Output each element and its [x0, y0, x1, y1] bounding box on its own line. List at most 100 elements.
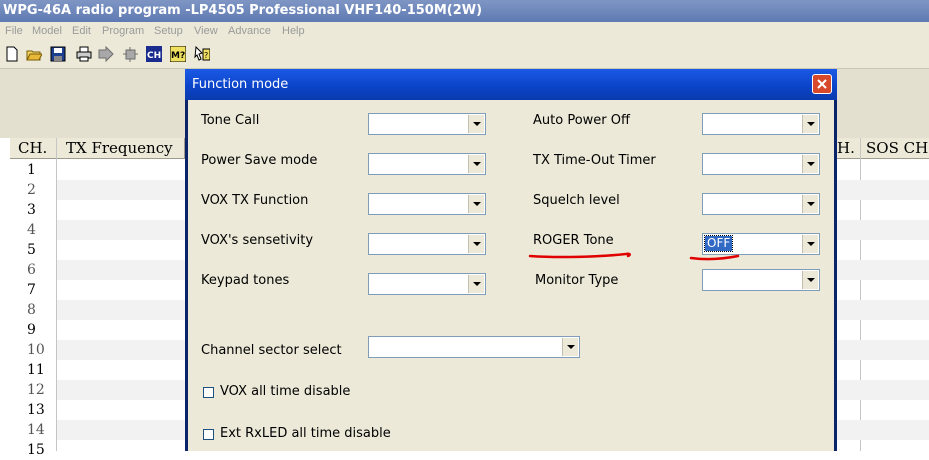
header-sos-ch[interactable]: SOS CH [861, 138, 929, 159]
chevron-down-icon[interactable] [802, 195, 818, 213]
chevron-down-icon[interactable] [468, 235, 484, 253]
chevron-down-icon[interactable] [468, 195, 484, 213]
header-partial[interactable]: H. [837, 138, 861, 159]
tone-call-select[interactable] [368, 113, 486, 135]
label-roger-tone: ROGER Tone [533, 233, 614, 248]
new-icon[interactable] [4, 46, 20, 62]
tx-frequency-cell[interactable] [57, 300, 185, 320]
sos-ch-cell[interactable] [837, 160, 929, 180]
chevron-down-icon[interactable] [468, 275, 484, 293]
squelch-level-select[interactable] [702, 193, 820, 215]
sos-ch-cell[interactable] [837, 240, 929, 260]
row-number[interactable]: 7 [10, 280, 56, 300]
chevron-down-icon[interactable] [562, 338, 578, 356]
chevron-down-icon[interactable] [468, 155, 484, 173]
tx-frequency-cell[interactable] [57, 400, 185, 420]
header-ch[interactable]: CH. [10, 138, 57, 159]
row-number[interactable]: 11 [10, 360, 56, 380]
power-save-mode-select[interactable] [368, 153, 486, 175]
sos-ch-cell[interactable] [837, 220, 929, 240]
menu-advance[interactable]: Advance [228, 25, 271, 37]
tx-frequency-cell[interactable] [57, 180, 185, 200]
label-keypad-tones: Keypad tones [201, 273, 290, 288]
label-power-save-mode: Power Save mode [201, 153, 318, 168]
help-icon[interactable]: M? [170, 46, 186, 62]
sos-ch-cell[interactable] [837, 200, 929, 220]
menu-view[interactable]: View [194, 25, 218, 37]
tx-frequency-cell[interactable] [57, 420, 185, 440]
menu-help[interactable]: Help [282, 25, 305, 37]
sos-ch-cell[interactable] [837, 180, 929, 200]
tx-frequency-cell[interactable] [57, 220, 185, 240]
tx-frequency-cell[interactable] [57, 440, 185, 460]
monitor-type-select[interactable] [702, 269, 820, 291]
tx-frequency-cell[interactable] [57, 280, 185, 300]
context-help-icon[interactable]: ? [194, 46, 210, 62]
row-number[interactable]: 14 [10, 420, 56, 440]
tx-frequency-cell[interactable] [57, 200, 185, 220]
ch-icon[interactable]: CH [146, 46, 162, 62]
channel-sector-select[interactable] [368, 336, 580, 358]
print-icon[interactable] [76, 46, 92, 62]
close-button[interactable] [812, 74, 832, 94]
label-tx-timeout-timer: TX Time-Out Timer [533, 153, 656, 168]
row-number[interactable]: 10 [10, 340, 56, 360]
tx-timeout-timer-select[interactable] [702, 153, 820, 175]
header-tx-frequency[interactable]: TX Frequency [57, 138, 185, 159]
sos-ch-cell[interactable] [837, 400, 929, 420]
sos-ch-cell[interactable] [837, 440, 929, 460]
chevron-down-icon[interactable] [802, 235, 818, 253]
menu-model[interactable]: Model [32, 25, 62, 37]
sos-ch-cell[interactable] [837, 340, 929, 360]
row-number[interactable]: 6 [10, 260, 56, 280]
tx-frequency-cell[interactable] [57, 240, 185, 260]
chevron-down-icon[interactable] [468, 115, 484, 133]
menu-edit[interactable]: Edit [72, 25, 91, 37]
row-number[interactable]: 4 [10, 220, 56, 240]
sos-ch-cell[interactable] [837, 380, 929, 400]
sos-ch-cell[interactable] [837, 300, 929, 320]
vox-sensitivity-select[interactable] [368, 233, 486, 255]
ext-rxled-all-time-disable-checkbox[interactable] [203, 429, 214, 440]
sos-ch-cell[interactable] [837, 280, 929, 300]
row-number[interactable]: 8 [10, 300, 56, 320]
sos-ch-cell[interactable] [837, 260, 929, 280]
row-number[interactable]: 13 [10, 400, 56, 420]
auto-power-off-select[interactable] [702, 113, 820, 135]
chevron-down-icon[interactable] [802, 271, 818, 289]
row-number[interactable]: 5 [10, 240, 56, 260]
row-number[interactable]: 1 [10, 160, 56, 180]
save-icon[interactable] [50, 46, 66, 62]
row-number[interactable]: 3 [10, 200, 56, 220]
vox-all-time-disable-checkbox[interactable] [203, 387, 214, 398]
svg-text:M?: M? [171, 51, 185, 61]
tx-frequency-cell[interactable] [57, 360, 185, 380]
row-number[interactable]: 15 [10, 440, 56, 460]
sos-ch-cell[interactable] [837, 320, 929, 340]
tx-frequency-cell[interactable] [57, 260, 185, 280]
menu-program[interactable]: Program [102, 25, 144, 37]
open-icon[interactable] [26, 46, 42, 62]
chevron-down-icon[interactable] [802, 115, 818, 133]
function-mode-dialog: Function mode Tone Call Power Save mode … [185, 69, 837, 451]
row-number[interactable]: 12 [10, 380, 56, 400]
row-number[interactable]: 9 [10, 320, 56, 340]
write-icon[interactable] [122, 46, 138, 62]
sos-ch-cell[interactable] [837, 360, 929, 380]
vox-tx-function-select[interactable] [368, 193, 486, 215]
chevron-down-icon[interactable] [802, 155, 818, 173]
tx-frequency-cell[interactable] [57, 320, 185, 340]
label-ext-rxled-all-time-disable: Ext RxLED all time disable [220, 426, 391, 441]
sos-ch-cell[interactable] [837, 420, 929, 440]
menu-setup[interactable]: Setup [154, 25, 183, 37]
window-title: WPG-46A radio program -LP4505 Profession… [0, 0, 929, 22]
tx-frequency-cell[interactable] [57, 160, 185, 180]
off-value-underline-annotation [689, 254, 740, 261]
tx-frequency-cell[interactable] [57, 340, 185, 360]
label-channel-sector-select: Channel sector select [201, 343, 342, 358]
read-icon[interactable] [98, 46, 114, 62]
row-number[interactable]: 2 [10, 180, 56, 200]
tx-frequency-cell[interactable] [57, 380, 185, 400]
keypad-tones-select[interactable] [368, 273, 486, 295]
menu-file[interactable]: File [5, 25, 23, 37]
